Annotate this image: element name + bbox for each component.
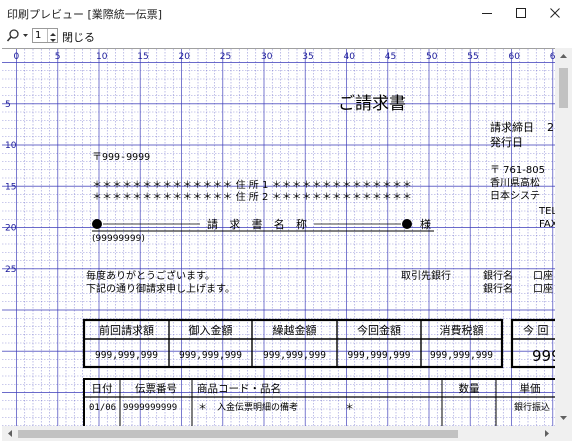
window-title: 印刷プレビュー [業際統一伝票] bbox=[7, 8, 163, 21]
spin-arrows-icon bbox=[50, 33, 56, 42]
ruler-top-label: 20 bbox=[179, 52, 191, 62]
summary-header-cell: 御入金額 bbox=[189, 323, 233, 337]
layout-grid bbox=[2, 49, 555, 426]
greeting-line-1: 毎度ありがとうございます。 bbox=[86, 269, 215, 282]
page-number-value: 1 bbox=[35, 30, 42, 41]
summary-value-cell: 999,999,999 bbox=[263, 350, 326, 361]
ruler-top-label: 55 bbox=[467, 52, 478, 62]
bank-account-label-2: 口座 bbox=[533, 282, 553, 295]
bank-label: 取引先銀行 bbox=[401, 269, 451, 282]
ruler: 05101520253035404550556065 510152025 bbox=[5, 52, 555, 275]
closing-date-label: 請求締日 bbox=[490, 120, 534, 134]
issuer-address: 香川県高松 bbox=[490, 176, 540, 189]
maximize-button[interactable] bbox=[504, 0, 538, 26]
maximize-icon bbox=[516, 8, 526, 18]
recipient-bullet-left bbox=[92, 219, 102, 229]
ruler-left-label: 20 bbox=[5, 224, 17, 234]
ruler-top-label: 0 bbox=[14, 52, 20, 62]
minimize-button[interactable] bbox=[470, 0, 504, 26]
summary-header-cell: 今回金額 bbox=[357, 323, 401, 337]
summary-header-cell: 前回請求額 bbox=[99, 323, 154, 337]
close-window-button[interactable] bbox=[538, 0, 572, 26]
address-line-1: ＊＊＊＊＊＊＊＊＊＊＊＊＊＊ 住 所 1 ＊＊＊＊＊＊＊＊＊＊＊＊＊＊ bbox=[92, 179, 412, 191]
page-number-stepper[interactable]: 1 bbox=[32, 28, 58, 43]
horizontal-scrollbar[interactable] bbox=[2, 426, 555, 441]
detail-row-cell: ＊ bbox=[345, 403, 354, 413]
ruler-top-label: 60 bbox=[509, 52, 521, 62]
ruler-top-label: 50 bbox=[426, 52, 438, 62]
detail-header-cell: 数量 bbox=[459, 382, 480, 395]
preview-viewport[interactable]: 05101520253035404550556065 510152025 ご請求… bbox=[2, 48, 555, 426]
title-bar: 印刷プレビュー [業際統一伝票] bbox=[0, 0, 572, 26]
detail-header-cell: 単価 bbox=[520, 382, 541, 395]
closing-date-value: 2 bbox=[547, 121, 554, 134]
summary-header-cell: 繰越金額 bbox=[273, 323, 317, 337]
issuer-company: 日本システ bbox=[490, 189, 540, 202]
horizontal-scroll-thumb[interactable] bbox=[18, 430, 458, 438]
ruler-top-label: 40 bbox=[344, 52, 356, 62]
scrollbar-corner bbox=[555, 426, 572, 441]
detail-row-cell: ＊ bbox=[198, 403, 207, 413]
summary-header-cell: 消費税額 bbox=[440, 323, 484, 337]
close-icon bbox=[550, 8, 560, 18]
ruler-top-label: 10 bbox=[96, 52, 108, 62]
current-total-header: 今 回 bbox=[523, 323, 549, 337]
current-total-box: 今 回 999 bbox=[510, 318, 555, 369]
postal-code: 〒999-9999 bbox=[92, 152, 150, 163]
summary-value-cell: 999,999,999 bbox=[95, 350, 158, 361]
ruler-top-label: 15 bbox=[137, 52, 148, 62]
close-preview-button[interactable]: 閉じる bbox=[62, 29, 95, 45]
ruler-top-label: 35 bbox=[302, 52, 313, 62]
invoice-title: ご請求書 bbox=[338, 94, 406, 114]
ruler-left-label: 5 bbox=[5, 100, 11, 110]
issue-date-label: 発行日 bbox=[490, 135, 523, 149]
toolbar: 1 閉じる bbox=[0, 26, 572, 46]
bank-name-label-2: 銀行名 bbox=[483, 282, 513, 295]
scroll-left-icon[interactable] bbox=[4, 426, 16, 441]
ruler-top-label: 25 bbox=[220, 52, 231, 62]
ruler-left-label: 10 bbox=[5, 141, 17, 151]
vertical-scrollbar[interactable] bbox=[555, 48, 572, 426]
ruler-top-label: 5 bbox=[55, 52, 61, 62]
vertical-scroll-thumb[interactable] bbox=[559, 68, 568, 108]
detail-row-cell: 01/06 bbox=[89, 403, 116, 413]
bank-account-label-1: 口座 bbox=[533, 269, 553, 282]
greeting-line-2: 下記の通り御請求申し上げます。 bbox=[86, 282, 235, 295]
detail-header-cell: 伝票番号 bbox=[135, 383, 177, 395]
bank-name-label-1: 銀行名 bbox=[483, 269, 513, 282]
summary-value-cell: 999,999,999 bbox=[348, 350, 411, 361]
zoom-dropdown[interactable] bbox=[6, 28, 32, 44]
detail-table: 日付 伝票番号 商品コード・品名 数量 単価 01/06 9999999999 ＊ 入金伝票明… bbox=[83, 378, 555, 426]
magnifier-icon bbox=[6, 29, 28, 42]
issuer-fax: FAX bbox=[539, 219, 555, 230]
summary-value-cell: 999,999,999 bbox=[430, 350, 493, 361]
detail-row-cell: 銀行振込 bbox=[514, 401, 550, 413]
detail-row-cell: 9999999999 bbox=[123, 403, 177, 413]
detail-header-cell: 日付 bbox=[92, 382, 113, 395]
preview-page: 05101520253035404550556065 510152025 ご請求… bbox=[2, 49, 555, 426]
current-total-value: 999 bbox=[532, 347, 555, 365]
scroll-down-icon[interactable] bbox=[555, 412, 572, 424]
summary-value-cell: 999,999,999 bbox=[179, 350, 242, 361]
page-spin-buttons[interactable] bbox=[47, 29, 57, 42]
recipient-bullet-right bbox=[402, 219, 412, 229]
detail-row-cell: 入金伝票明細の備考 bbox=[217, 401, 298, 413]
scroll-right-icon[interactable] bbox=[541, 426, 553, 441]
ruler-left-label: 25 bbox=[5, 265, 16, 275]
ruler-top-label: 30 bbox=[261, 52, 273, 62]
customer-code: (99999999) bbox=[92, 234, 145, 244]
detail-header-cell: 商品コード・品名 bbox=[197, 382, 281, 395]
issuer-postal: 〒 761-805 bbox=[490, 165, 545, 176]
honorific: 様 bbox=[420, 217, 431, 231]
minimize-icon bbox=[482, 13, 492, 14]
scroll-up-icon[interactable] bbox=[555, 50, 572, 62]
summary-table: 前回請求額 御入金額 繰越金額 今回金額 消費税額 999,999,999 999,999… bbox=[82, 318, 504, 369]
recipient-name: 請 求 書 名 称 bbox=[207, 217, 307, 231]
ruler-top-label: 45 bbox=[385, 52, 396, 62]
issuer-tel: TEL bbox=[538, 206, 555, 217]
address-line-2: ＊＊＊＊＊＊＊＊＊＊＊＊＊＊ 住 所 2 ＊＊＊＊＊＊＊＊＊＊＊＊＊＊ bbox=[92, 191, 412, 203]
ruler-left-label: 15 bbox=[5, 182, 16, 192]
